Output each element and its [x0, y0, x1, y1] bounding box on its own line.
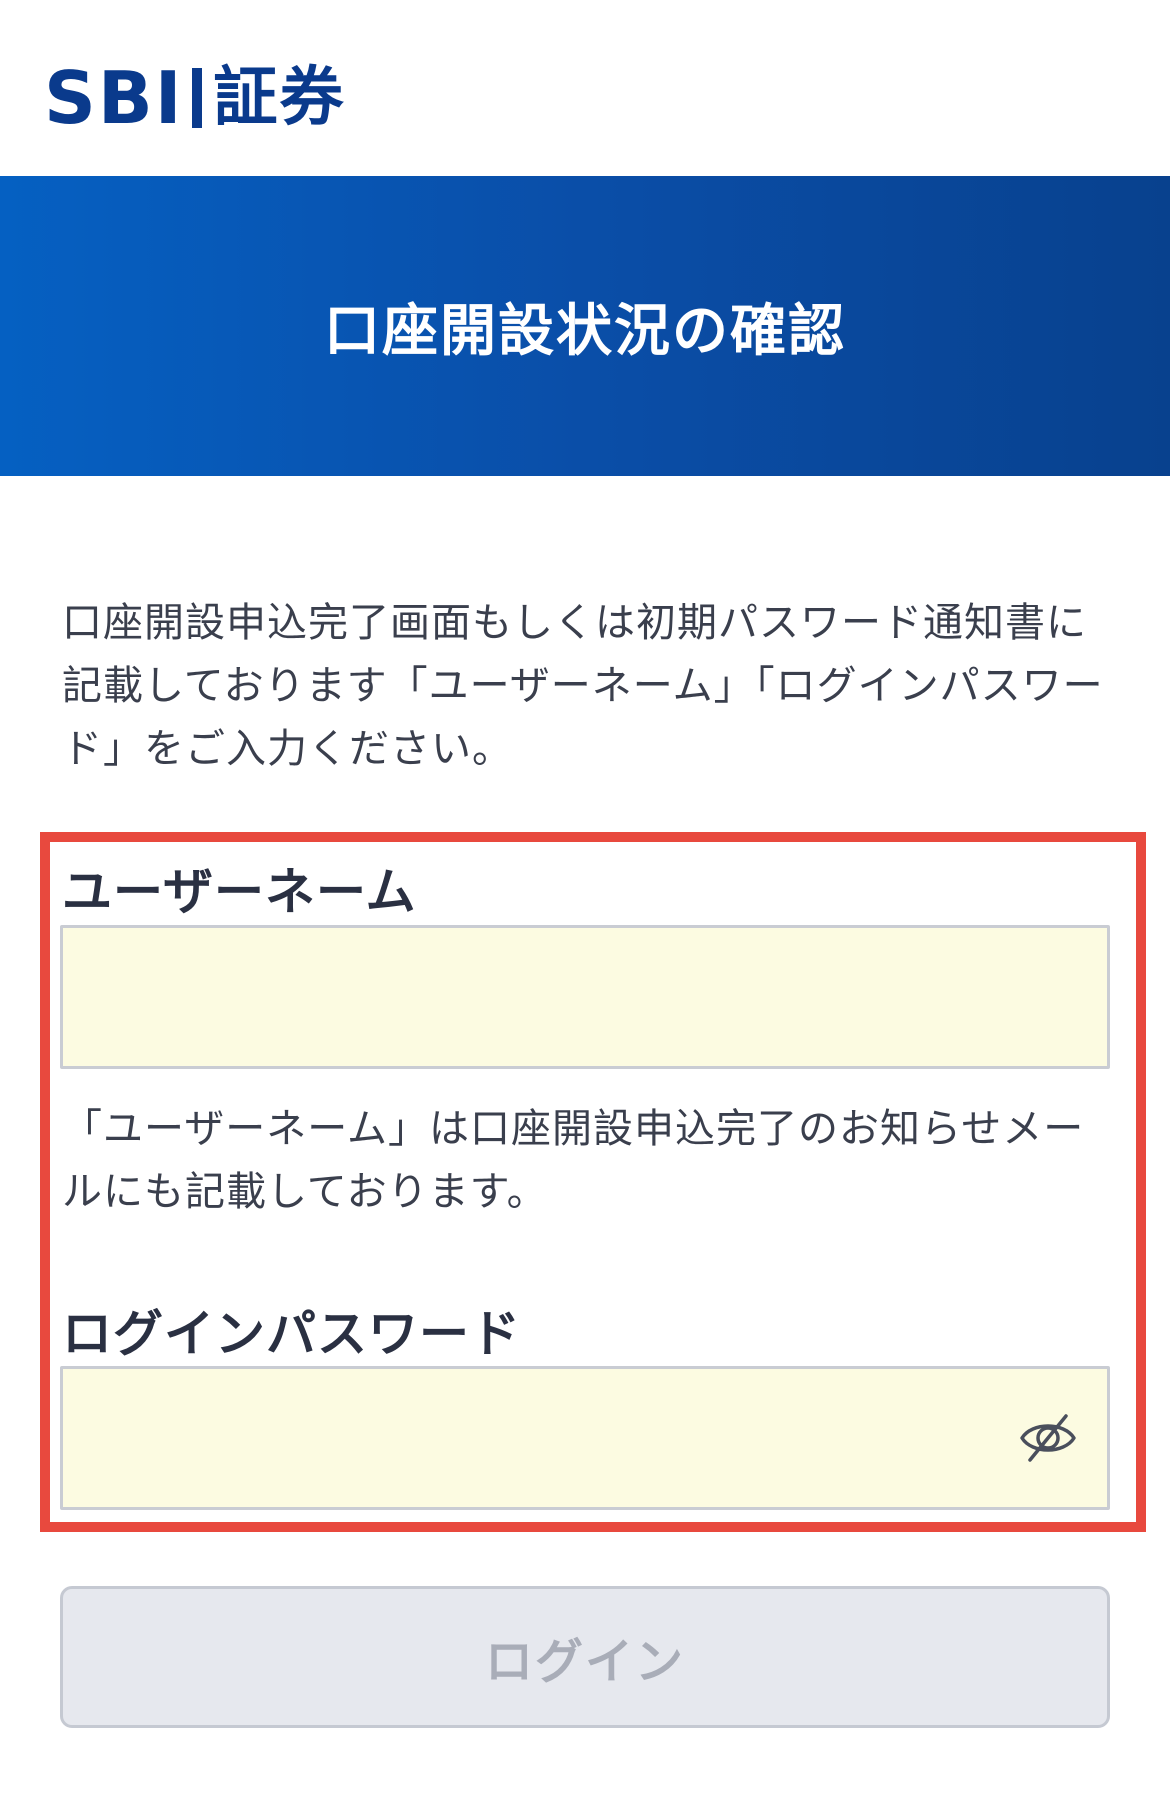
page-banner: 口座開設状況の確認: [0, 176, 1170, 476]
username-input[interactable]: [60, 925, 1110, 1069]
login-button[interactable]: ログイン: [60, 1586, 1110, 1728]
username-label: ユーザーネーム: [62, 863, 417, 921]
page-title: 口座開設状況の確認: [324, 298, 846, 364]
username-helper-text: 「ユーザーネーム」は口座開設申込完了のお知らせメールにも記載しております。: [62, 1106, 1085, 1215]
password-visibility-toggle[interactable]: [1012, 1406, 1084, 1470]
logo-text: SBI: [44, 56, 184, 140]
logo-divider: [191, 68, 202, 128]
sbi-logo[interactable]: SBI 証券: [44, 56, 346, 140]
logo-text-jp: 証券: [213, 61, 346, 135]
header: SBI 証券: [0, 0, 1170, 176]
eye-off-icon: [1020, 1414, 1076, 1462]
password-label: ログインパスワード: [62, 1305, 521, 1363]
intro-text: 口座開設申込完了画面もしくは初期パスワード通知書に記載しております「ユーザーネー…: [62, 600, 1104, 772]
password-input[interactable]: [60, 1366, 1110, 1510]
